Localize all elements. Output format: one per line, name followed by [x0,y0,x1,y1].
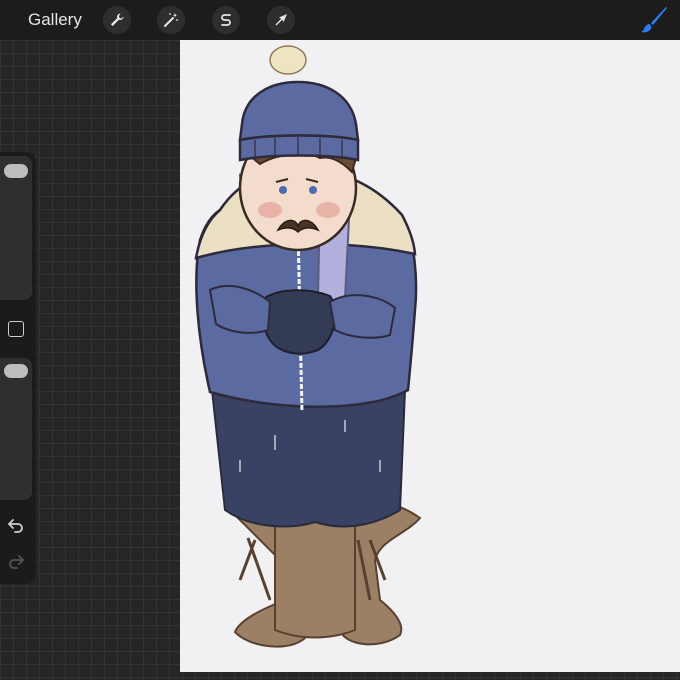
opacity-knob[interactable] [4,364,28,378]
wrench-icon [111,13,124,26]
left-sidebar [0,152,36,584]
brush-icon[interactable] [638,4,670,36]
drawing-canvas[interactable] [180,40,680,672]
redo-icon[interactable] [6,552,26,570]
arrow-cursor-icon [275,14,287,26]
adjustments-button[interactable] [157,6,185,34]
actions-button[interactable] [103,6,131,34]
brush-size-slider[interactable] [0,156,32,300]
top-toolbar: Gallery [0,0,680,40]
opacity-slider[interactable] [0,358,32,500]
brush-size-knob[interactable] [4,164,28,178]
undo-icon[interactable] [6,516,26,534]
magic-wand-icon [164,13,178,27]
selection-s-icon [221,14,231,26]
transform-button[interactable] [267,6,295,34]
gallery-button[interactable]: Gallery [28,10,82,30]
square-icon[interactable] [8,321,24,337]
illustration [194,45,422,648]
selection-button[interactable] [212,6,240,34]
